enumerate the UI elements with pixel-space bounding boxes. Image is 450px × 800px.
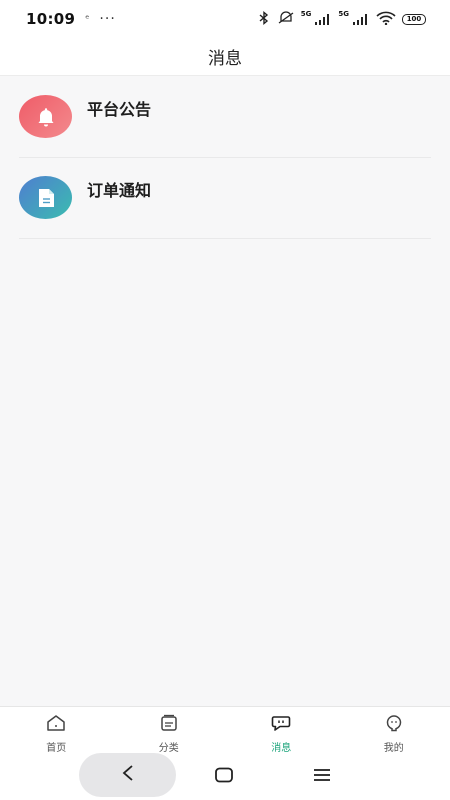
- tab-label: 我的: [383, 743, 404, 754]
- status-more-dots: ···: [99, 11, 116, 27]
- wifi-icon: [376, 10, 396, 29]
- system-nav-bar: [0, 753, 450, 800]
- signal-label-1: 5G: [300, 10, 312, 18]
- signal-icon-1: [314, 10, 332, 29]
- message-title: 平台公告: [87, 100, 152, 119]
- tab-messages[interactable]: 消息: [225, 707, 338, 756]
- document-icon: [19, 176, 72, 219]
- message-list: 平台公告 订单通知: [0, 77, 450, 239]
- bluetooth-icon: [257, 10, 271, 29]
- bell-icon: [19, 95, 72, 138]
- tab-home[interactable]: 首页: [0, 707, 113, 756]
- menu-icon: [312, 768, 332, 787]
- status-left: 10:09 ᵉ ···: [26, 10, 116, 28]
- home-icon: [46, 714, 66, 736]
- tab-label: 首页: [46, 743, 67, 754]
- status-time: 10:09: [26, 10, 76, 28]
- message-item-platform-announcement[interactable]: 平台公告: [19, 77, 431, 158]
- profile-icon: [384, 714, 404, 736]
- nav-home-button[interactable]: [214, 766, 234, 788]
- signal-icon-2: [352, 10, 370, 29]
- page-title: 消息: [208, 49, 242, 69]
- signal-label-2: 5G: [338, 10, 349, 18]
- tab-category[interactable]: 分类: [113, 707, 226, 756]
- mute-icon: [277, 10, 295, 29]
- status-indicator: ᵉ: [85, 13, 90, 25]
- tab-label: 消息: [271, 743, 292, 754]
- category-icon: [160, 714, 178, 736]
- page-header: 消息: [0, 38, 450, 76]
- bottom-tab-bar: 首页 分类 消息 我的: [0, 706, 450, 756]
- message-item-order-notification[interactable]: 订单通知: [19, 158, 431, 239]
- nav-menu-button[interactable]: [312, 767, 332, 787]
- status-right: 5G 5G 100: [257, 10, 426, 29]
- message-icon: [271, 714, 291, 736]
- nav-back-button[interactable]: [79, 753, 176, 797]
- tab-label: 分类: [158, 743, 179, 754]
- message-title: 订单通知: [87, 181, 152, 200]
- chevron-left-icon: [121, 764, 135, 786]
- status-bar: 10:09 ᵉ ··· 5G 5G 100: [0, 0, 450, 38]
- tab-profile[interactable]: 我的: [338, 707, 450, 756]
- battery-icon: 100: [402, 13, 426, 25]
- square-icon: [214, 767, 234, 788]
